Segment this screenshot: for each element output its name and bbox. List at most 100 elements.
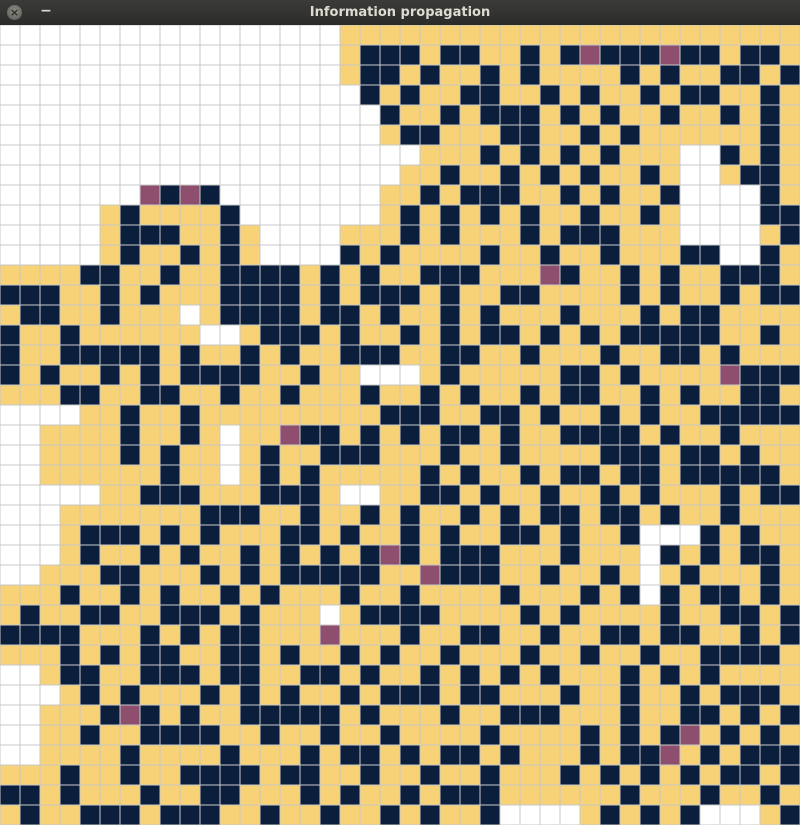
grid-cell-empty [39, 184, 61, 206]
grid-cell-informed [299, 404, 321, 426]
grid-cell-empty [0, 564, 21, 586]
grid-cell-informed [459, 644, 481, 666]
grid-cell-informed [459, 524, 481, 546]
grid-cell-informed [299, 544, 321, 566]
grid-cell-informed [639, 684, 661, 706]
grid-cell-informed [159, 344, 181, 366]
grid-cell-informed [459, 64, 481, 86]
grid-cell-informed [319, 384, 341, 406]
grid-cell-informed [779, 264, 800, 286]
grid-cell-informed [39, 464, 61, 486]
grid-cell-informed [399, 184, 421, 206]
grid-cell-informed [499, 84, 521, 106]
grid-cell-informed [319, 524, 341, 546]
grid-cell-empty [699, 204, 721, 226]
grid-cell-agent [159, 604, 181, 626]
grid-cell-empty [39, 64, 61, 86]
grid-cell-informed [559, 664, 581, 686]
grid-cell-informed [199, 704, 221, 726]
title-bar[interactable]: × − Information propagation [0, 0, 800, 25]
grid-cell-informed [699, 344, 721, 366]
grid-cell-agent [659, 424, 681, 446]
grid-cell-empty [179, 84, 201, 106]
grid-cell-agent [579, 464, 601, 486]
grid-cell-agent [479, 624, 501, 646]
grid-cell-informed [459, 284, 481, 306]
grid-cell-informed [719, 124, 741, 146]
grid-cell-empty [339, 84, 361, 106]
grid-cell-agent [459, 344, 481, 366]
grid-cell-informed [679, 264, 701, 286]
grid-cell-informed [59, 364, 81, 386]
grid-cell-informed [659, 764, 681, 786]
grid-cell-agent [479, 724, 501, 746]
grid-cell-informed [519, 544, 541, 566]
grid-cell-agent [519, 284, 541, 306]
grid-cell-informed [719, 384, 741, 406]
grid-cell-informed [699, 764, 721, 786]
grid-cell-informed [399, 704, 421, 726]
grid-cell-agent [299, 464, 321, 486]
grid-cell-informed [119, 384, 141, 406]
grid-cell-informed [239, 524, 261, 546]
grid-cell-empty [39, 544, 61, 566]
grid-cell-informed [579, 484, 601, 506]
grid-cell-empty [259, 204, 281, 226]
grid-cell-empty [59, 25, 81, 46]
grid-cell-informed [619, 604, 641, 626]
grid-cell-agent [499, 404, 521, 426]
grid-cell-agent [659, 604, 681, 626]
grid-cell-informed [759, 524, 781, 546]
grid-cell-informed [39, 344, 61, 366]
grid-cell-agent [359, 764, 381, 786]
grid-cell-informed [239, 444, 261, 466]
grid-cell-informed [559, 404, 581, 426]
grid-cell-informed [439, 25, 461, 46]
grid-cell-agent [379, 64, 401, 86]
grid-cell-agent [439, 644, 461, 666]
grid-cell-informed [399, 164, 421, 186]
grid-cell-agent [439, 364, 461, 386]
grid-cell-agent [299, 364, 321, 386]
grid-cell-empty [79, 64, 101, 86]
grid-cell-agent [259, 804, 281, 825]
grid-cell-informed [379, 84, 401, 106]
grid-cell-informed [479, 444, 501, 466]
grid-cell-agent [179, 664, 201, 686]
grid-cell-empty [279, 124, 301, 146]
grid-cell-agent [479, 784, 501, 806]
grid-cell-informed [419, 244, 441, 266]
grid-cell-informed [539, 384, 561, 406]
grid-cell-agent [79, 664, 101, 686]
grid-cell-informed [639, 624, 661, 646]
grid-cell-empty [259, 124, 281, 146]
grid-cell-agent [659, 284, 681, 306]
grid-cell-agent [299, 664, 321, 686]
grid-cell-informed [279, 784, 301, 806]
grid-cell-agent [39, 624, 61, 646]
grid-cell-informed [359, 464, 381, 486]
simulation-grid[interactable] [0, 25, 800, 825]
grid-cell-agent [259, 324, 281, 346]
grid-cell-empty [59, 44, 81, 66]
grid-cell-agent [399, 324, 421, 346]
grid-cell-informed [459, 764, 481, 786]
grid-cell-agent [519, 604, 541, 626]
grid-cell-agent [639, 164, 661, 186]
grid-cell-informed [359, 784, 381, 806]
grid-cell-agent [399, 204, 421, 226]
grid-cell-informed [719, 84, 741, 106]
grid-cell-agent [619, 624, 641, 646]
grid-cell-informed [619, 804, 641, 825]
grid-cell-empty [239, 84, 261, 106]
grid-cell-informed [439, 504, 461, 526]
grid-cell-agent [359, 564, 381, 586]
grid-cell-agent [679, 464, 701, 486]
grid-cell-informed [179, 684, 201, 706]
grid-cell-informed [99, 204, 121, 226]
grid-cell-agent [759, 364, 781, 386]
grid-cell-informed [59, 524, 81, 546]
grid-cell-agent [599, 184, 621, 206]
grid-cell-informed [139, 504, 161, 526]
grid-cell-informed [599, 84, 621, 106]
